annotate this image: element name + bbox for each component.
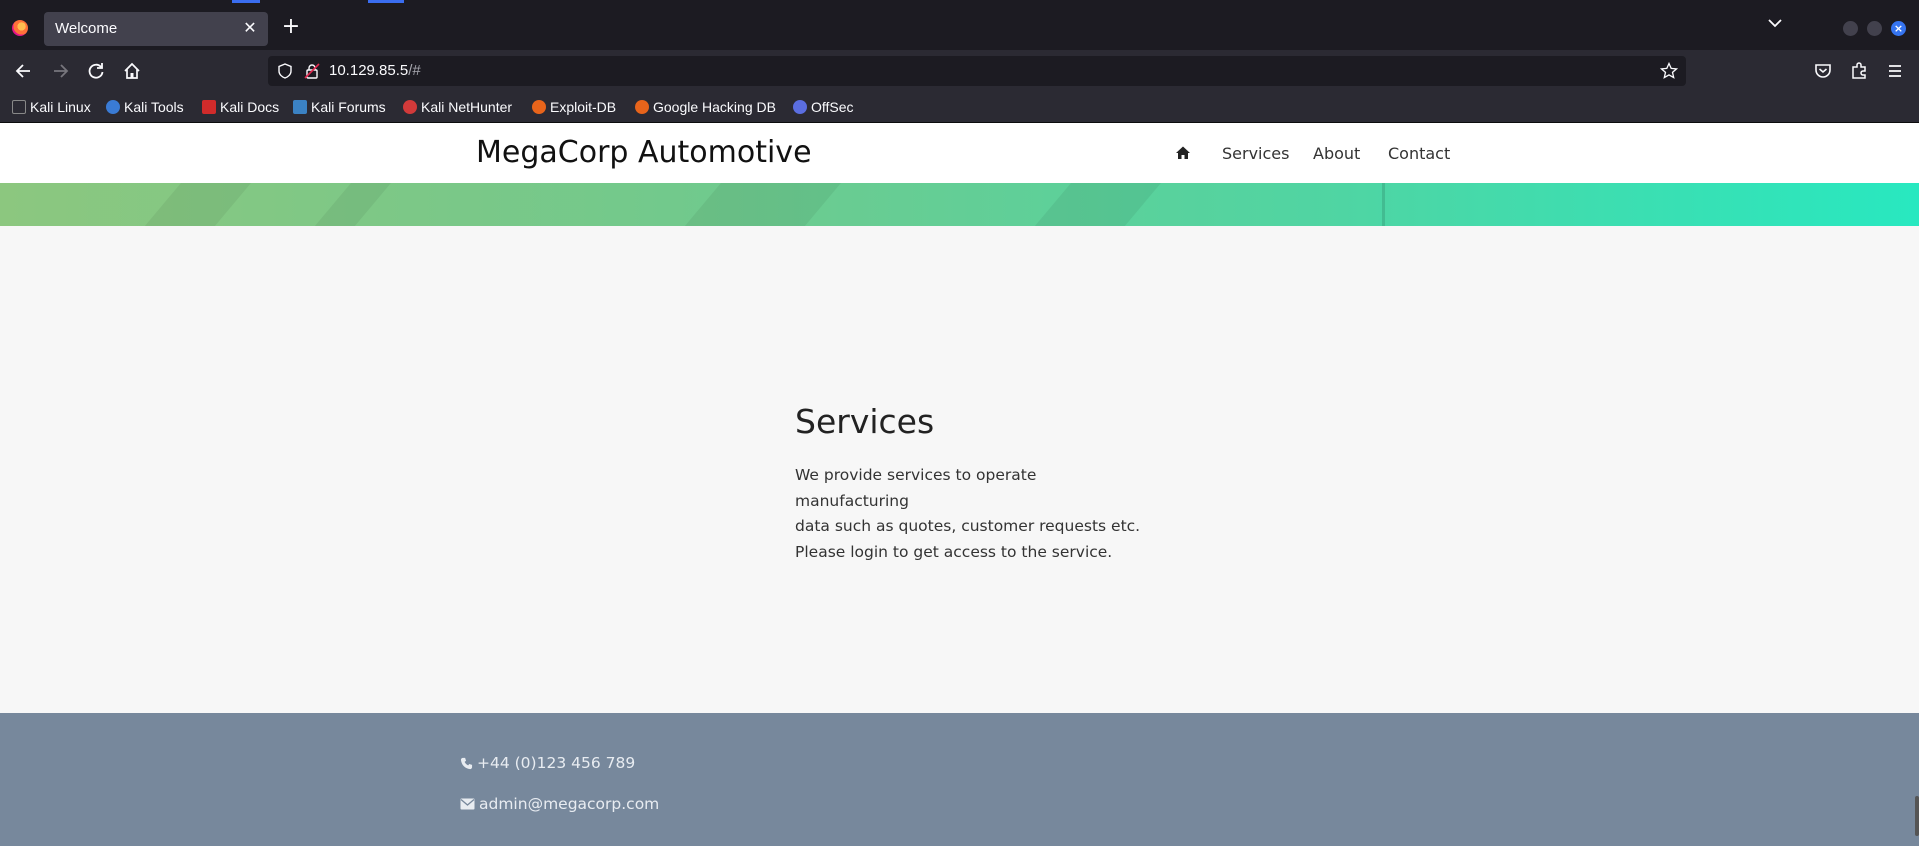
- extensions-puzzle-icon[interactable]: [1849, 61, 1869, 81]
- tab-title: Welcome: [55, 20, 118, 37]
- bookmark-star-icon[interactable]: [1660, 62, 1678, 80]
- nav-contact-link[interactable]: Contact: [1388, 144, 1450, 163]
- close-window-button[interactable]: ×: [1891, 21, 1906, 36]
- hamburger-menu-icon[interactable]: [1885, 61, 1905, 81]
- bookmark-google-hacking-db[interactable]: Google Hacking DB: [635, 97, 776, 117]
- footer-phone-text: +44 (0)123 456 789: [477, 754, 636, 772]
- bookmark-kali-nethunter[interactable]: Kali NetHunter: [403, 97, 512, 117]
- pocket-icon[interactable]: [1813, 61, 1833, 81]
- browser-nav-bar: 10.129.85.5/#: [0, 50, 1919, 92]
- new-tab-icon[interactable]: +: [280, 16, 302, 38]
- hero-decoration: [662, 183, 858, 226]
- services-text-line: Please login to get access to the servic…: [795, 542, 1113, 561]
- url-text[interactable]: 10.129.85.5/#: [329, 62, 421, 79]
- nav-services-link[interactable]: Services: [1222, 144, 1289, 163]
- exploit-db-icon: [532, 100, 546, 114]
- web-page-viewport: MegaCorp Automotive Services About Conta…: [0, 123, 1919, 846]
- back-arrow-icon[interactable]: [14, 61, 34, 81]
- bookmark-label: Google Hacking DB: [653, 99, 776, 115]
- firefox-logo-icon[interactable]: [12, 20, 28, 36]
- site-header: MegaCorp Automotive Services About Conta…: [0, 123, 1919, 183]
- kali-docs-icon: [202, 100, 216, 114]
- list-all-tabs-icon[interactable]: [1768, 18, 1782, 28]
- bookmark-exploit-db[interactable]: Exploit-DB: [532, 97, 616, 117]
- hero-decoration: [122, 183, 268, 226]
- bookmark-label: Kali Forums: [311, 99, 386, 115]
- page-scrollbar-thumb[interactable]: [1915, 796, 1919, 836]
- bookmark-label: Kali NetHunter: [421, 99, 513, 115]
- envelope-icon: [460, 798, 475, 810]
- minimize-window-button[interactable]: [1843, 21, 1858, 36]
- bookmark-kali-tools[interactable]: Kali Tools: [106, 97, 184, 117]
- bookmark-offsec[interactable]: OffSec: [793, 97, 854, 117]
- url-bar[interactable]: 10.129.85.5/#: [268, 56, 1686, 86]
- services-description: We provide services to operate manufactu…: [795, 463, 1145, 565]
- url-path: /#: [408, 62, 421, 79]
- nethunter-icon: [403, 100, 417, 114]
- taskbar-indicator: [368, 0, 404, 3]
- reload-icon[interactable]: [86, 61, 106, 81]
- kali-tools-icon: [106, 100, 120, 114]
- services-heading: Services: [795, 402, 935, 441]
- home-icon[interactable]: [1175, 145, 1191, 160]
- browser-tab-bar: Welcome ✕ + ×: [0, 6, 1919, 50]
- site-footer: +44 (0)123 456 789 admin@megacorp.com: [0, 713, 1919, 846]
- hero-decoration: [1382, 183, 1385, 226]
- site-brand[interactable]: MegaCorp Automotive: [476, 135, 812, 170]
- forward-arrow-icon[interactable]: [50, 61, 70, 81]
- hero-decoration: [1012, 183, 1178, 226]
- browser-tab-active[interactable]: Welcome ✕: [44, 12, 268, 46]
- phone-icon: [460, 757, 473, 769]
- maximize-window-button[interactable]: [1867, 21, 1882, 36]
- hero-banner: [0, 183, 1919, 226]
- offsec-icon: [793, 100, 807, 114]
- bookmark-label: Kali Tools: [124, 99, 184, 115]
- tracking-protection-shield-icon[interactable]: [277, 63, 293, 79]
- taskbar-indicator: [232, 0, 260, 3]
- services-text-line: We provide services to operate manufactu…: [795, 466, 1037, 510]
- ghdb-icon: [635, 100, 649, 114]
- nav-about-link[interactable]: About: [1313, 144, 1360, 163]
- footer-email-text[interactable]: admin@megacorp.com: [479, 795, 659, 813]
- services-text-line: data such as quotes, customer requests e…: [795, 517, 1141, 535]
- footer-email: admin@megacorp.com: [460, 795, 659, 813]
- tab-close-icon[interactable]: ✕: [240, 18, 260, 38]
- bookmark-kali-docs[interactable]: Kali Docs: [202, 97, 279, 117]
- bookmark-kali-forums[interactable]: Kali Forums: [293, 97, 386, 117]
- kali-dragon-icon: [12, 100, 26, 114]
- insecure-lock-icon[interactable]: [304, 63, 320, 79]
- home-icon[interactable]: [122, 61, 142, 81]
- hero-decoration: [292, 183, 408, 226]
- kali-forums-icon: [293, 100, 307, 114]
- url-host: 10.129.85.5: [329, 62, 409, 79]
- bookmark-label: Exploit-DB: [550, 99, 617, 115]
- bookmark-label: Kali Linux: [30, 99, 91, 115]
- bookmarks-toolbar: Kali Linux Kali Tools Kali Docs Kali For…: [0, 92, 1919, 123]
- bookmark-kali-linux[interactable]: Kali Linux: [12, 97, 91, 117]
- bookmark-label: Kali Docs: [220, 99, 280, 115]
- footer-phone: +44 (0)123 456 789: [460, 754, 635, 772]
- bookmark-label: OffSec: [811, 99, 854, 115]
